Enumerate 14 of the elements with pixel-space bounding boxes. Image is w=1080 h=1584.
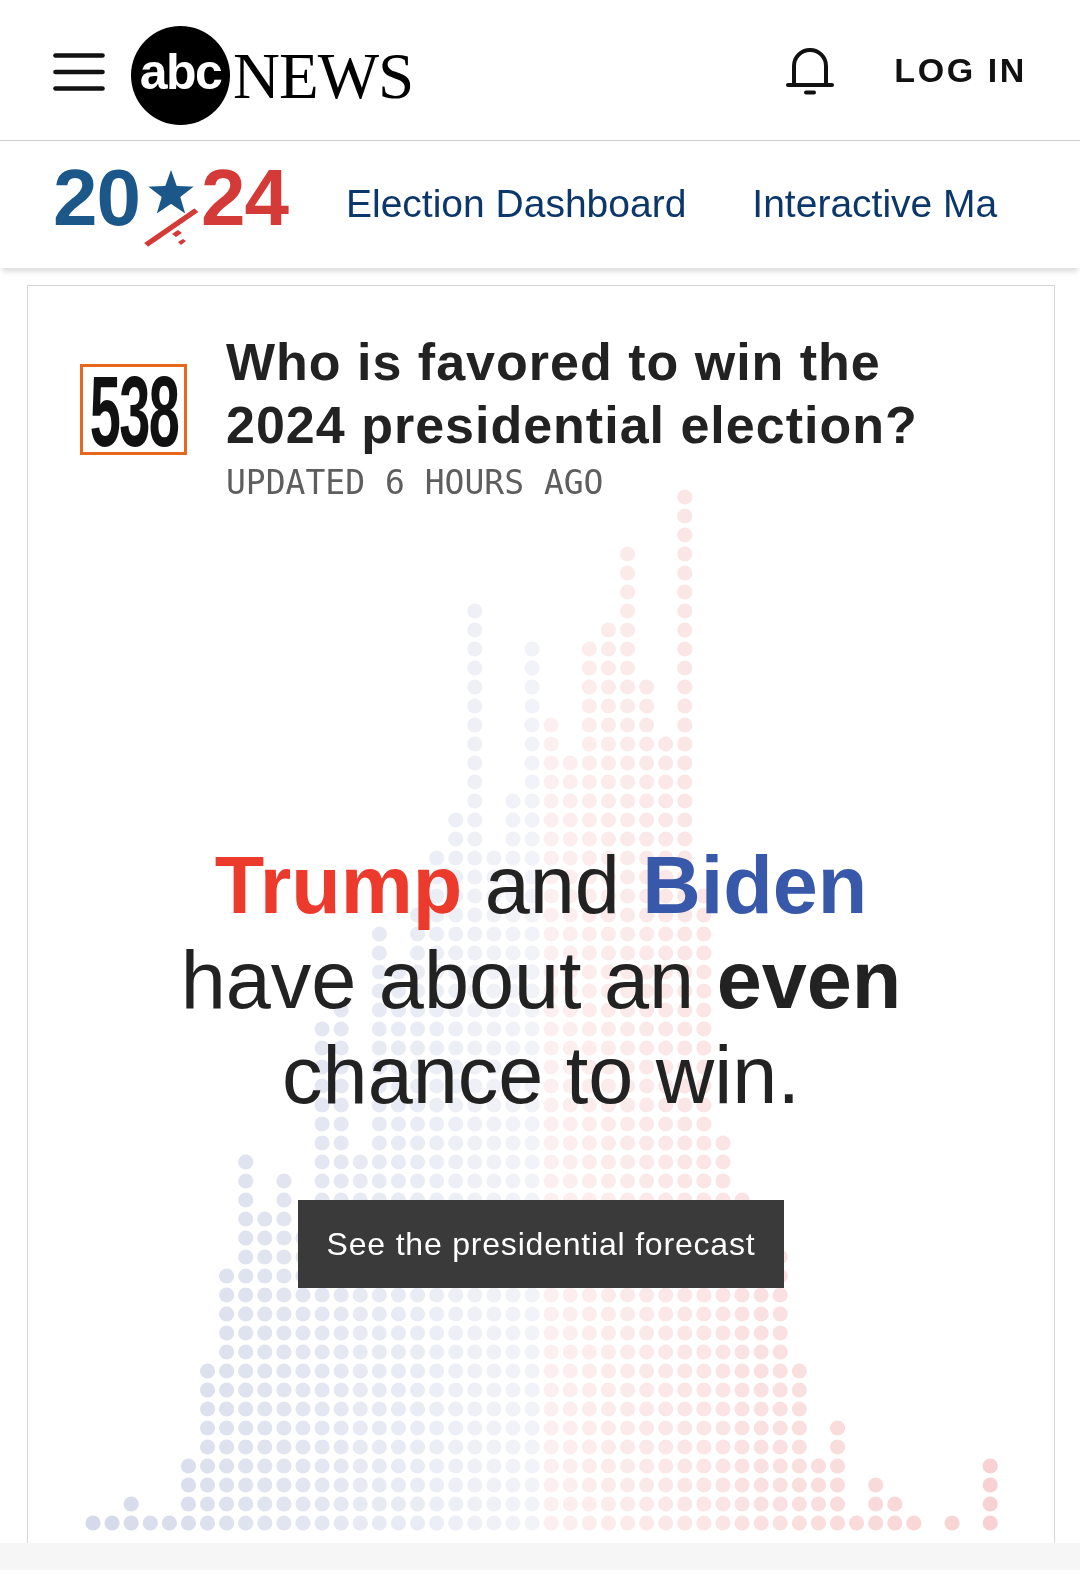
card-title: Who is favored to win the 2024 presidential election? [226,332,919,456]
forecast-headline: Trump and Biden have about an even chance to win. [179,839,903,1122]
logo-tile: 538 [80,364,187,455]
logo-year-digits: 24 [201,167,288,228]
log-in-link[interactable]: LOG IN [894,53,1027,87]
updated-time: UPDATED 6 HOURS AGO [226,466,605,499]
logo-badge[interactable]: abc [131,25,230,125]
nav-link[interactable]: Election Dashboard [345,181,687,228]
nav-link[interactable]: Interactive Ma [752,181,998,228]
bell-icon[interactable] [785,45,836,95]
menu-icon[interactable] [53,53,105,91]
logo-wordmark[interactable]: NEWS [233,43,414,109]
forecast-button[interactable]: See the presidential forecast [298,1200,784,1288]
logo-year-digits: 20 [53,167,140,228]
